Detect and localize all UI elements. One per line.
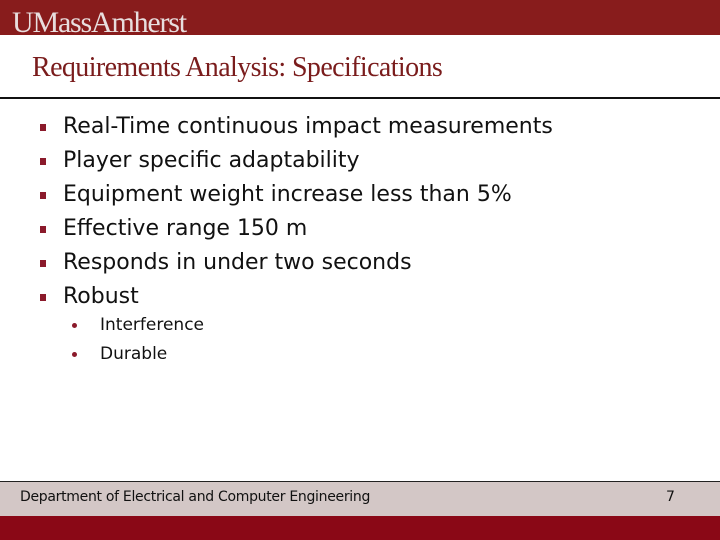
bullet-text: Equipment weight increase less than 5% (63, 182, 512, 207)
footer-bar: Department of Electrical and Computer En… (0, 481, 720, 516)
sub-bullet-text: Interference (100, 315, 205, 335)
title-divider (0, 97, 720, 99)
dot-bullet-icon (72, 323, 77, 328)
bullet-text: Effective range 150 m (63, 216, 308, 241)
bullet-text: Robust (63, 284, 139, 309)
umass-logo: UMassAmherst (12, 6, 187, 35)
square-bullet-icon (40, 226, 46, 233)
bullet-text: Player specific adaptability (63, 148, 360, 173)
bullet-text: Real-Time continuous impact measurements (63, 114, 553, 139)
department-label: Department of Electrical and Computer En… (20, 489, 371, 505)
square-bullet-icon (40, 294, 46, 301)
page-number: 7 (666, 489, 675, 505)
slide-title: Requirements Analysis: Specifications (32, 52, 443, 83)
square-bullet-icon (40, 260, 46, 267)
dot-bullet-icon (72, 352, 77, 357)
sub-bullet-text: Durable (100, 344, 168, 364)
bullet-text: Responds in under two seconds (63, 250, 412, 275)
square-bullet-icon (40, 158, 46, 165)
square-bullet-icon (40, 192, 46, 199)
header-bar: UMassAmherst (0, 0, 720, 35)
bottom-bar (0, 516, 720, 540)
square-bullet-icon (40, 124, 46, 131)
